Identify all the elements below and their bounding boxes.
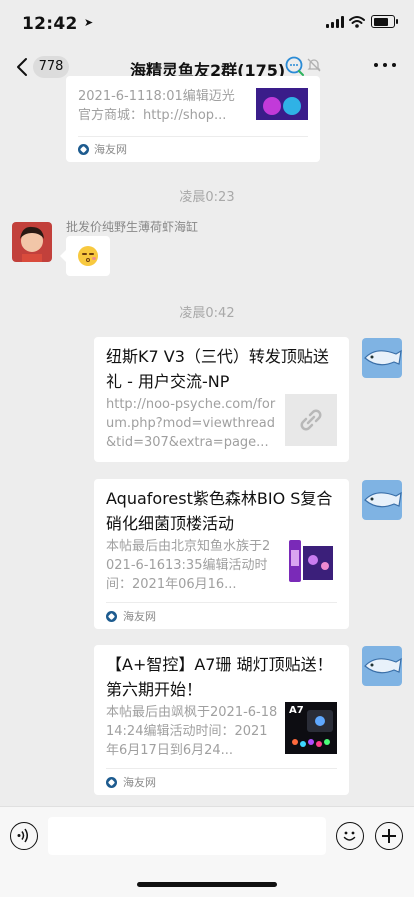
link-thumbnail bbox=[285, 394, 337, 446]
timestamp: 凌晨0:42 bbox=[179, 306, 235, 321]
card-title: 【A+智控】A7珊 瑚灯顶贴送！第六期开始！ bbox=[106, 655, 333, 699]
lamp-image bbox=[292, 710, 333, 747]
sender-name: 批发价纯野生薄荷虾海缸 bbox=[66, 220, 199, 234]
card-thumbnail: A7 bbox=[285, 702, 337, 754]
card-desc: http://noo-psyche.com/forum.php?mod=view… bbox=[106, 397, 276, 450]
message-input[interactable] bbox=[48, 817, 326, 855]
voice-icon[interactable] bbox=[10, 822, 38, 850]
my-avatar[interactable] bbox=[362, 338, 402, 378]
card-thumbnail bbox=[285, 536, 337, 588]
card-separator bbox=[106, 768, 337, 769]
card-title: Aquaforest紫色森林BIO S复合硝化细菌顶楼活动 bbox=[106, 489, 333, 533]
mute-bell-icon bbox=[307, 58, 321, 72]
source-logo-icon bbox=[106, 777, 117, 788]
card-desc-line: 官方商城：http://shop... bbox=[78, 108, 227, 123]
add-icon[interactable] bbox=[375, 822, 403, 850]
card-separator bbox=[106, 602, 337, 603]
source-logo-icon bbox=[106, 611, 117, 622]
card-thumbnail bbox=[256, 88, 308, 120]
my-avatar[interactable] bbox=[362, 480, 402, 520]
battery-icon bbox=[371, 15, 398, 28]
home-indicator bbox=[137, 882, 277, 887]
card-desc: 本帖最后由北京知鱼水族于2021-6-1613:35编辑活动时间：2021年06… bbox=[106, 539, 271, 592]
wifi-icon bbox=[349, 16, 365, 28]
source-logo-icon bbox=[78, 144, 89, 155]
link-card-top[interactable]: 2021-6-1118:01编辑迈光 官方商城：http://shop... 海… bbox=[66, 76, 320, 162]
link-card[interactable]: Aquaforest紫色森林BIO S复合硝化细菌顶楼活动 本帖最后由北京知鱼水… bbox=[94, 479, 349, 629]
unread-count-badge[interactable]: 778 bbox=[33, 56, 69, 78]
status-bar: 12:42 ➤ bbox=[0, 0, 414, 48]
back-chevron-icon[interactable] bbox=[12, 56, 34, 78]
link-card[interactable]: 纽斯K7 V3（三代）转发顶贴送礼 - 用户交流-NP http://noo-p… bbox=[94, 337, 349, 462]
emoji-message[interactable] bbox=[60, 236, 110, 276]
card-title: 纽斯K7 V3（三代）转发顶贴送礼 - 用户交流-NP bbox=[106, 347, 329, 391]
my-avatar[interactable] bbox=[362, 646, 402, 686]
avatar[interactable] bbox=[12, 222, 52, 262]
kissing-face-icon bbox=[78, 246, 98, 266]
card-separator bbox=[78, 136, 308, 137]
card-desc-line: 2021-6-1118:01编辑迈光 bbox=[78, 89, 235, 104]
group-chat-icon[interactable] bbox=[285, 56, 305, 76]
signal-icon bbox=[326, 16, 344, 28]
card-desc: 本帖最后由飒枫于2021-6-1814:24编辑活动时间：2021年6月17日到… bbox=[106, 705, 278, 758]
card-source: 海友网 bbox=[123, 610, 156, 623]
emoji-icon[interactable] bbox=[336, 822, 364, 850]
link-icon bbox=[300, 409, 322, 431]
status-time: 12:42 bbox=[22, 14, 78, 34]
card-source: 海友网 bbox=[94, 143, 127, 156]
link-card[interactable]: 【A+智控】A7珊 瑚灯顶贴送！第六期开始！ 本帖最后由飒枫于2021-6-18… bbox=[94, 645, 349, 795]
card-source: 海友网 bbox=[123, 776, 156, 789]
more-options-icon[interactable] bbox=[374, 61, 398, 69]
timestamp: 凌晨0:23 bbox=[179, 190, 235, 205]
location-arrow-icon: ➤ bbox=[84, 16, 94, 29]
